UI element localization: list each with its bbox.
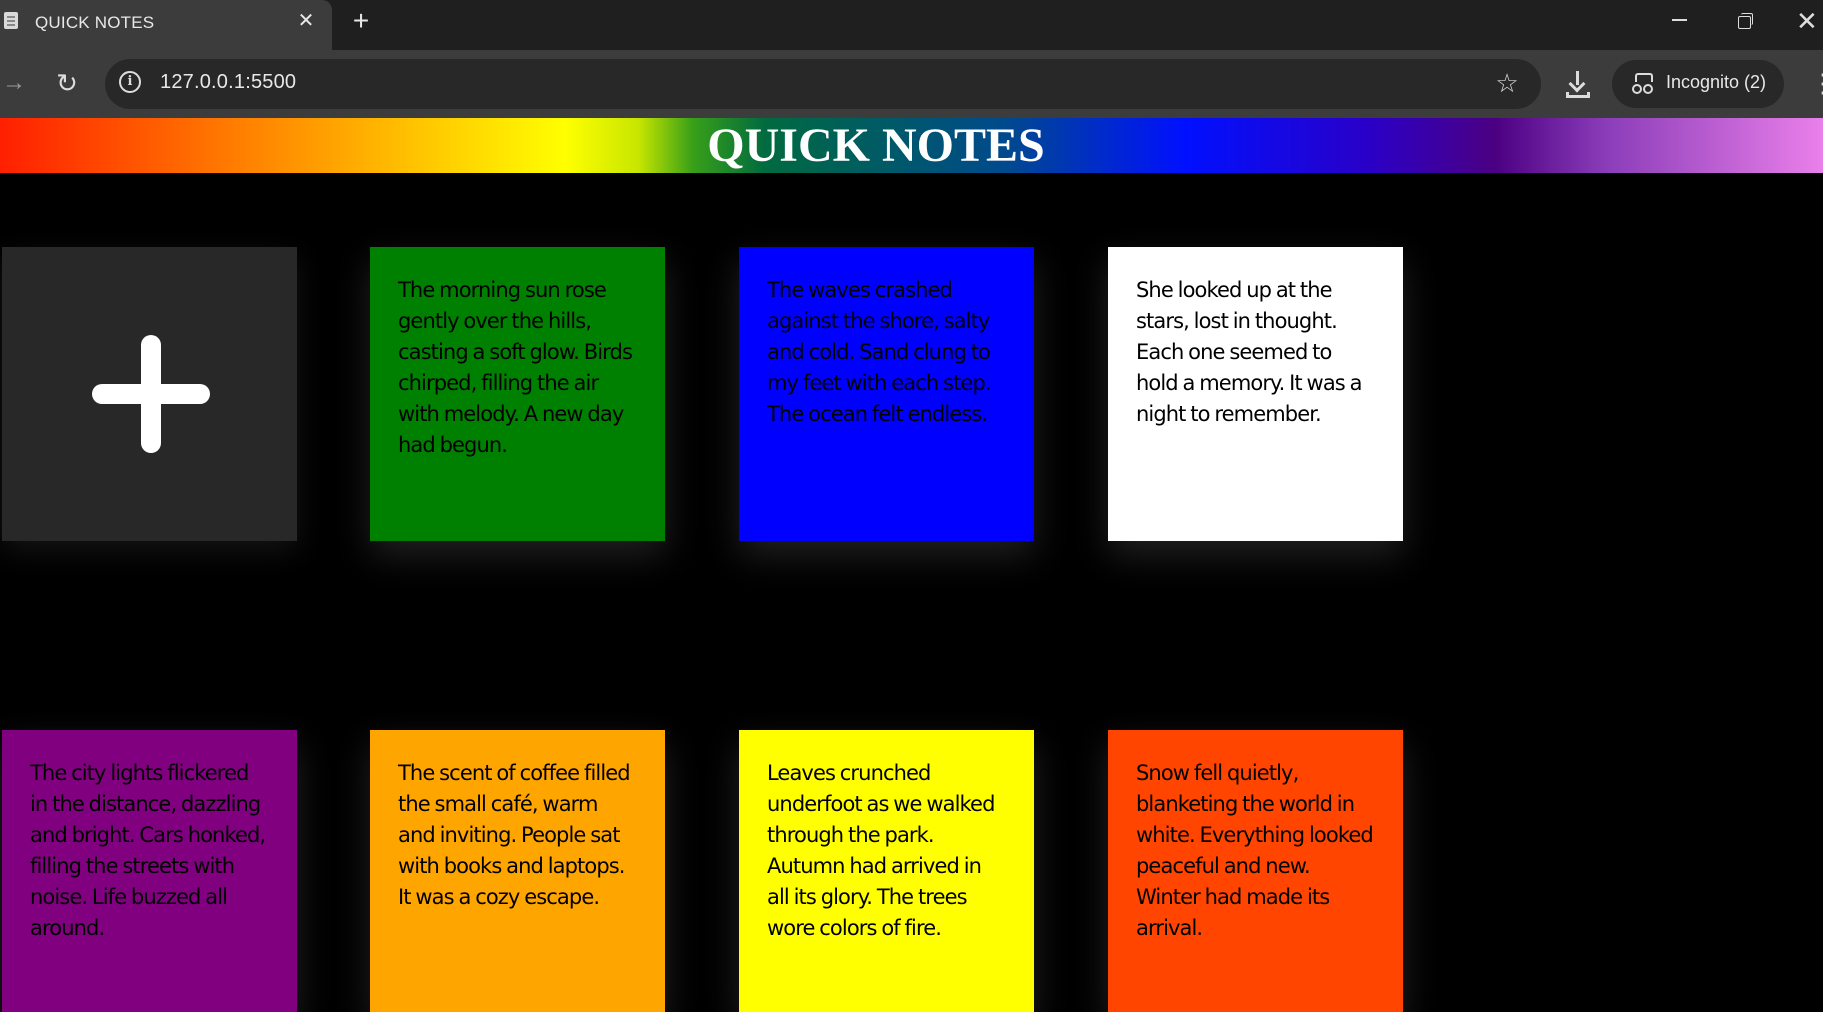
add-note-button[interactable]: [2, 247, 297, 541]
plus-icon-stroke: [141, 335, 161, 453]
note-card[interactable]: The morning sun rose gently over the hil…: [370, 247, 665, 541]
url-text[interactable]: 127.0.0.1:5500: [160, 71, 296, 94]
note-text[interactable]: Snow fell quietly, blanketing the world …: [1136, 758, 1375, 944]
tab-close-icon[interactable]: ✕: [294, 8, 318, 34]
bookmark-star-icon[interactable]: ☆: [1492, 67, 1522, 99]
active-tab[interactable]: QUICK NOTES ✕: [0, 0, 332, 50]
site-info-icon[interactable]: i: [119, 71, 141, 93]
note-text[interactable]: The scent of coffee filled the small caf…: [398, 758, 637, 913]
address-bar[interactable]: [105, 59, 1541, 109]
note-text[interactable]: Leaves crunched underfoot as we walked t…: [767, 758, 1006, 944]
note-card[interactable]: The waves crashed against the shore, sal…: [739, 247, 1034, 541]
forward-button[interactable]: →: [2, 68, 26, 98]
close-window-button[interactable]: ✕: [1796, 4, 1823, 38]
restore-window-button[interactable]: [1734, 10, 1756, 32]
incognito-label: Incognito (2): [1666, 72, 1767, 92]
page-title: QUICK NOTES: [707, 119, 1045, 172]
note-card[interactable]: The city lights flickered in the distanc…: [2, 730, 297, 1012]
note-text[interactable]: She looked up at the stars, lost in thou…: [1136, 275, 1375, 430]
new-tab-button[interactable]: +: [346, 6, 376, 36]
reload-button[interactable]: ↻: [52, 66, 82, 100]
note-text[interactable]: The city lights flickered in the distanc…: [30, 758, 269, 944]
note-text[interactable]: The waves crashed against the shore, sal…: [767, 275, 1006, 430]
note-card[interactable]: Snow fell quietly, blanketing the world …: [1108, 730, 1403, 1012]
minimize-window-button[interactable]: [1668, 4, 1692, 34]
download-tray-icon: [1566, 92, 1590, 98]
note-card[interactable]: Leaves crunched underfoot as we walked t…: [739, 730, 1034, 1012]
note-card[interactable]: The scent of coffee filled the small caf…: [370, 730, 665, 1012]
browser-menu-button[interactable]: ⋮: [1810, 68, 1823, 98]
note-text[interactable]: The morning sun rose gently over the hil…: [398, 275, 637, 461]
page-favicon-icon: [4, 12, 18, 29]
tab-title: QUICK NOTES: [35, 13, 155, 32]
incognito-icon: [1632, 72, 1654, 94]
note-card[interactable]: She looked up at the stars, lost in thou…: [1108, 247, 1403, 541]
